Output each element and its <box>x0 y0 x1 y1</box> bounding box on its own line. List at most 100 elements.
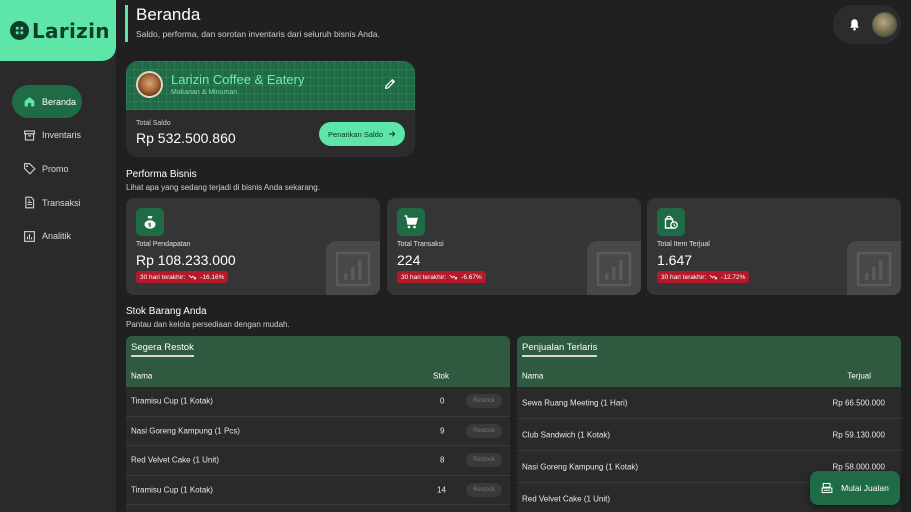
restock-button[interactable]: Restock <box>466 482 502 497</box>
business-category: Makanan & Minuman <box>171 89 238 96</box>
item-name: Red Velvet Cake (1 Unit) <box>131 455 220 465</box>
notification-bell-icon[interactable] <box>846 17 862 33</box>
restock-panel: Segera Restok Nama Stok Tiramisu Cup (1 … <box>126 336 510 512</box>
badge-prefix: 30 hari terakhir: <box>401 273 447 281</box>
table-row: Nasi Goreng Kampung (1 Pcs) 9 Restock <box>126 417 510 446</box>
stat-label: Total Pendapatan <box>136 241 191 248</box>
bar-chart-decoration-icon <box>326 241 380 295</box>
column-header-name: Nama <box>522 371 544 381</box>
svg-text:$: $ <box>28 198 31 202</box>
chart-icon <box>23 230 36 243</box>
restock-button[interactable]: Restock <box>466 423 502 438</box>
item-sold: Rp 58.000.000 <box>832 462 886 471</box>
shopping-bag-icon <box>657 208 685 236</box>
business-card: Larizin Coffee & Eatery Makanan & Minuma… <box>126 61 415 157</box>
sidebar-item-inventaris[interactable]: Inventaris <box>12 119 82 152</box>
edit-pencil-icon[interactable] <box>383 77 397 91</box>
cash-register-icon <box>821 482 833 494</box>
stat-change-badge: 30 hari terakhir: -16.16% <box>136 271 229 283</box>
restock-table-header: Nama Stok <box>126 365 510 387</box>
stat-change-badge: 30 hari terakhir: -12.72% <box>657 271 750 283</box>
top-actions <box>833 5 901 44</box>
stat-value: Rp 108.233.000 <box>136 252 236 268</box>
document-icon: $ <box>23 196 36 209</box>
stat-card-items-sold[interactable]: Total Item Terjual 1.647 30 hari terakhi… <box>647 198 901 295</box>
sidebar-item-label: Beranda <box>42 96 77 107</box>
bar-chart-decoration-icon <box>847 241 901 295</box>
business-card-header: Larizin Coffee & Eatery Makanan & Minuma… <box>126 61 415 110</box>
home-icon <box>23 95 36 108</box>
sidebar-item-label: Promo <box>42 163 69 174</box>
stat-card-transactions[interactable]: Total Transaksi 224 30 hari terakhir: -6… <box>387 198 641 295</box>
trend-down-icon <box>709 274 718 280</box>
item-name: Sewa Ruang Meeting (1 Hari) <box>522 398 628 407</box>
sidebar: Larizin Beranda Inventaris Promo $ Trans… <box>0 0 116 512</box>
table-row: Tiramisu Cup (1 Kotak) 0 Restock <box>126 387 510 417</box>
restock-panel-header: Segera Restok <box>126 336 510 365</box>
sidebar-item-label: Inventaris <box>42 130 82 141</box>
bar-chart-decoration-icon <box>587 241 641 295</box>
stat-value: 1.647 <box>657 252 693 268</box>
withdraw-button-label: Penarikan Saldo <box>327 129 384 139</box>
sidebar-item-transaksi[interactable]: $ Transaksi <box>12 186 82 219</box>
item-name: Tiramisu Cup (1 Kotak) <box>131 396 213 406</box>
start-selling-button[interactable]: Mulai Jualan <box>810 471 900 505</box>
brand-name: Larizin <box>32 18 110 43</box>
restock-panel-title: Segera Restok <box>131 342 194 357</box>
item-name: Club Sandwich (1 Kotak) <box>522 430 611 439</box>
brand-logo[interactable]: Larizin <box>0 0 116 61</box>
table-row: Club Sandwich (1 Kotak) Rp 59.130.000 <box>517 419 901 451</box>
restock-button[interactable]: Restock <box>466 394 502 409</box>
restock-button[interactable]: Restock <box>466 453 502 468</box>
business-name: Larizin Coffee & Eatery <box>171 72 305 87</box>
badge-change: -6.67% <box>461 273 482 281</box>
start-selling-label: Mulai Jualan <box>841 483 889 493</box>
trend-down-icon <box>449 274 458 280</box>
performance-subtitle: Lihat apa yang sedang terjadi di bisnis … <box>126 183 320 192</box>
arrow-right-icon <box>389 131 396 137</box>
cart-icon <box>397 208 425 236</box>
user-avatar[interactable] <box>872 12 897 37</box>
column-header-stock: Stok <box>433 371 450 381</box>
sidebar-nav: Beranda Inventaris Promo $ Transaksi Ana… <box>12 85 116 253</box>
item-name: Tiramisu Cup (1 Kotak) <box>131 485 213 495</box>
svg-text:$: $ <box>148 223 152 229</box>
stock-subtitle: Pantau dan kelola persediaan dengan muda… <box>126 320 290 329</box>
trend-down-icon <box>188 274 197 280</box>
badge-change: -16.16% <box>200 273 225 281</box>
item-stock: 14 <box>437 485 446 495</box>
stat-card-revenue[interactable]: $ Total Pendapatan Rp 108.233.000 30 har… <box>126 198 380 295</box>
badge-prefix: 30 hari terakhir: <box>140 273 186 281</box>
column-header-sold: Terjual <box>847 371 871 381</box>
item-name: Nasi Goreng Kampung (1 Pcs) <box>131 426 240 436</box>
sidebar-item-label: Analitik <box>42 231 72 242</box>
sidebar-item-beranda[interactable]: Beranda <box>12 85 82 118</box>
page-header: Beranda Saldo, performa, dan sorotan inv… <box>125 5 380 42</box>
badge-prefix: 30 hari terakhir: <box>661 273 707 281</box>
money-bag-icon: $ <box>136 208 164 236</box>
item-stock: 9 <box>440 426 445 436</box>
item-sold: Rp 66.500.000 <box>832 398 886 407</box>
table-row: Tiramisu Cup (1 Kotak) 14 Restock <box>126 476 510 505</box>
bestseller-panel-title: Penjualan Terlaris <box>522 342 598 357</box>
sidebar-item-promo[interactable]: Promo <box>12 152 82 185</box>
stock-title: Stok Barang Anda <box>126 306 207 317</box>
business-avatar <box>136 71 163 98</box>
stat-label: Total Item Terjual <box>657 241 710 248</box>
sidebar-item-analitik[interactable]: Analitik <box>12 220 82 253</box>
stat-change-badge: 30 hari terakhir: -6.67% <box>397 271 486 283</box>
item-stock: 8 <box>440 455 445 465</box>
page-title: Beranda <box>136 5 201 24</box>
table-row: Red Velvet Cake (1 Unit) 8 Restock <box>126 446 510 476</box>
page-subtitle: Saldo, performa, dan sorotan inventaris … <box>136 29 380 39</box>
archive-icon <box>23 129 36 142</box>
withdraw-button[interactable]: Penarikan Saldo <box>319 122 405 146</box>
balance-value: Rp 532.500.860 <box>136 130 236 146</box>
tag-icon <box>23 162 36 175</box>
business-card-body: Total Saldo Rp 532.500.860 Penarikan Sal… <box>126 110 415 157</box>
badge-change: -12.72% <box>721 273 746 281</box>
item-name: Nasi Goreng Kampung (1 Kotak) <box>522 462 639 471</box>
item-name: Red Velvet Cake (1 Unit) <box>522 494 611 503</box>
brand-mark-icon <box>10 21 29 40</box>
bestseller-table-header: Nama Terjual <box>517 365 901 387</box>
